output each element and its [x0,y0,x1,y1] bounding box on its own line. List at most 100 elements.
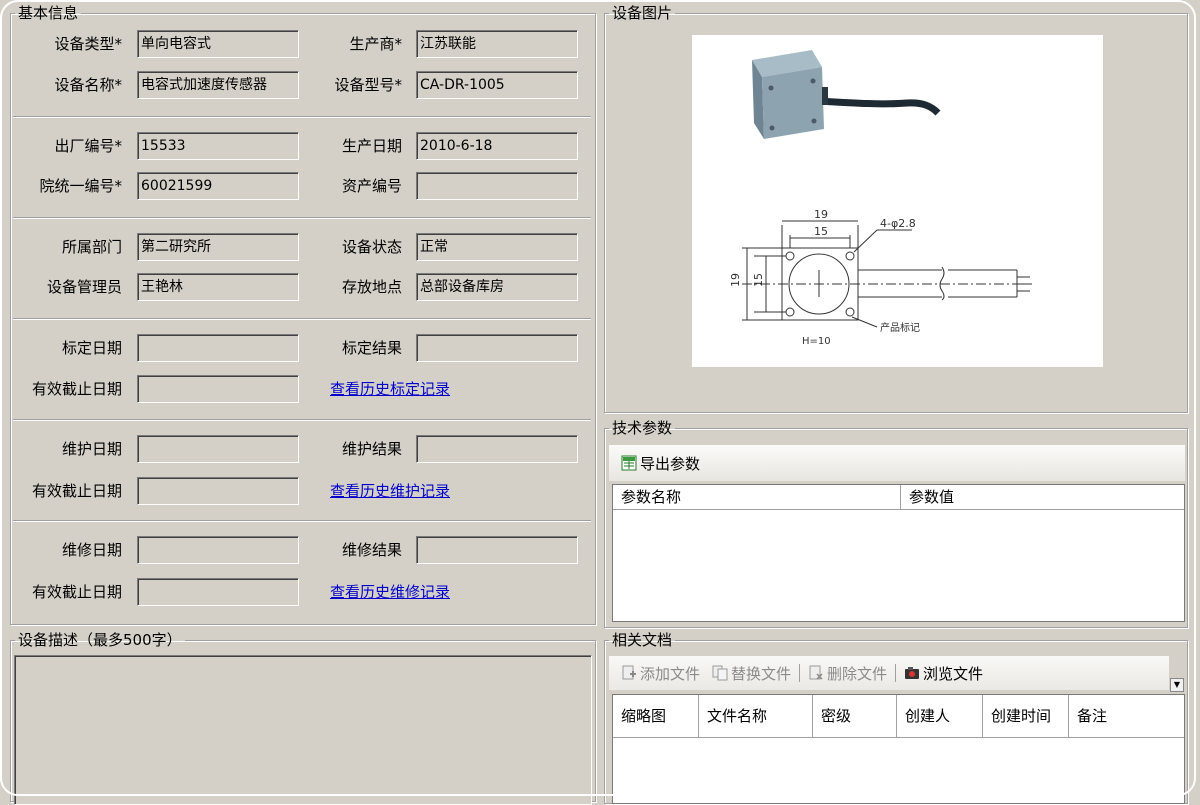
institute-number-field[interactable]: 60021599 [137,172,299,200]
device-photo: 19 15 4-φ2.8 19 15 产品标记 H=10 [692,35,1103,367]
column-header-thumbnail[interactable]: 缩略图 [613,695,699,737]
toolbar-overflow-icon[interactable]: ▼ [1170,678,1184,692]
device-type-field[interactable]: 单向电容式 [137,30,299,58]
department-field[interactable]: 第二研究所 [137,233,299,261]
institute-number-label: 院统一编号* [39,177,122,195]
toolbar-separator [799,664,801,682]
table-header: 参数名称 参数值 [613,485,1184,510]
sensor-cable [819,97,941,116]
storage-location-label: 存放地点 [341,278,402,296]
department-label: 所属部门 [61,238,122,256]
basic-info-title: 基本信息 [18,4,79,22]
replace-file-button[interactable]: 替换文件 [706,663,797,684]
maintenance-history-link[interactable]: 查看历史维护记录 [330,476,450,506]
browse-file-label: 浏览文件 [923,664,984,683]
maintenance-result-label: 维护结果 [341,440,402,458]
replace-file-icon [712,665,728,681]
repair-date-field[interactable] [137,536,299,564]
manufacturer-label: 生产商* [349,35,402,53]
maintenance-expiry-field[interactable] [137,477,299,505]
excel-icon [621,455,637,471]
screw-icon [811,118,817,124]
asset-number-label: 资产编号 [341,177,402,195]
add-file-icon [621,665,637,681]
replace-file-label: 替换文件 [731,664,792,683]
device-model-field[interactable]: CA-DR-1005 [416,71,578,99]
documents-title: 相关文档 [612,631,673,649]
technical-drawing [742,220,1032,328]
repair-date-label: 维修日期 [61,541,122,559]
maintenance-date-label: 维护日期 [61,440,122,458]
device-manager-field[interactable]: 王艳林 [137,273,299,301]
serial-number-label: 出厂编号* [54,137,122,155]
dim-19-top: 19 [814,208,828,221]
serial-number-field[interactable]: 15533 [137,132,299,160]
calibration-result-label: 标定结果 [341,339,402,357]
separator [13,318,591,320]
column-header-created-time[interactable]: 创建时间 [983,695,1069,737]
repair-expiry-field[interactable] [137,578,299,606]
dim-15-top: 15 [814,225,828,238]
device-model-label: 设备型号* [334,76,402,94]
description-title: 设备描述（最多500字） [18,631,182,649]
device-status-field[interactable]: 正常 [416,233,578,261]
documents-toolbar: 添加文件 替换文件 删除文件 浏览文件 [609,656,1169,690]
repair-result-label: 维修结果 [341,541,402,559]
maintenance-date-field[interactable] [137,435,299,463]
delete-file-button[interactable]: 删除文件 [802,663,893,684]
description-textarea[interactable] [14,655,592,805]
repair-result-field[interactable] [416,536,578,564]
height-label: H=10 [802,336,831,347]
separator [13,217,591,219]
export-params-button[interactable]: 导出参数 [615,453,706,474]
screw-icon [769,125,775,131]
dim-19-side: 19 [729,273,742,287]
calibration-expiry-field[interactable] [137,375,299,403]
storage-location-field[interactable]: 总部设备库房 [416,273,578,301]
cable-gland [822,87,828,105]
screw-icon [810,78,816,84]
browse-file-button[interactable]: 浏览文件 [898,663,989,684]
dim-15-side: 15 [752,273,765,287]
repair-history-link[interactable]: 查看历史维修记录 [330,577,450,607]
column-header-param-name[interactable]: 参数名称 [613,485,901,509]
calibration-date-label: 标定日期 [61,339,122,357]
separator [13,520,591,522]
asset-number-field[interactable] [416,172,578,200]
add-file-button[interactable]: 添加文件 [615,663,706,684]
calibration-expiry-label: 有效截止日期 [31,380,122,398]
device-type-label: 设备类型* [54,35,122,53]
tech-params-table[interactable]: 参数名称 参数值 [612,484,1185,622]
device-name-label: 设备名称* [54,76,122,94]
maintenance-result-field[interactable] [416,435,578,463]
calibration-history-link[interactable]: 查看历史标定记录 [330,374,450,404]
calibration-date-field[interactable] [137,334,299,362]
device-manager-label: 设备管理员 [46,278,122,296]
tech-params-title: 技术参数 [612,419,673,437]
screw-icon [768,85,774,91]
calibration-result-field[interactable] [416,334,578,362]
tech-params-toolbar: 导出参数 [609,445,1185,481]
column-header-file-name[interactable]: 文件名称 [699,695,813,737]
column-header-security-level[interactable]: 密级 [813,695,897,737]
product-mark-label: 产品标记 [880,321,920,334]
manufacturer-field[interactable]: 江苏联能 [416,30,578,58]
production-date-label: 生产日期 [341,137,402,155]
column-header-creator[interactable]: 创建人 [897,695,983,737]
hole-spec: 4-φ2.8 [880,217,916,230]
device-status-label: 设备状态 [341,238,402,256]
table-header: 缩略图 文件名称 密级 创建人 创建时间 备注 [613,695,1184,738]
export-params-label: 导出参数 [640,454,701,473]
delete-file-label: 删除文件 [827,664,888,683]
production-date-field[interactable]: 2010-6-18 [416,132,578,160]
device-name-field[interactable]: 电容式加速度传感器 [137,71,299,99]
column-header-param-value[interactable]: 参数值 [901,485,1184,509]
browse-file-icon [904,665,920,681]
device-photo-title: 设备图片 [612,4,673,22]
documents-table[interactable]: 缩略图 文件名称 密级 创建人 创建时间 备注 [612,694,1185,804]
toolbar-separator [895,664,897,682]
separator [13,116,591,118]
column-header-remarks[interactable]: 备注 [1069,695,1184,737]
repair-expiry-label: 有效截止日期 [31,583,122,601]
maintenance-expiry-label: 有效截止日期 [31,482,122,500]
